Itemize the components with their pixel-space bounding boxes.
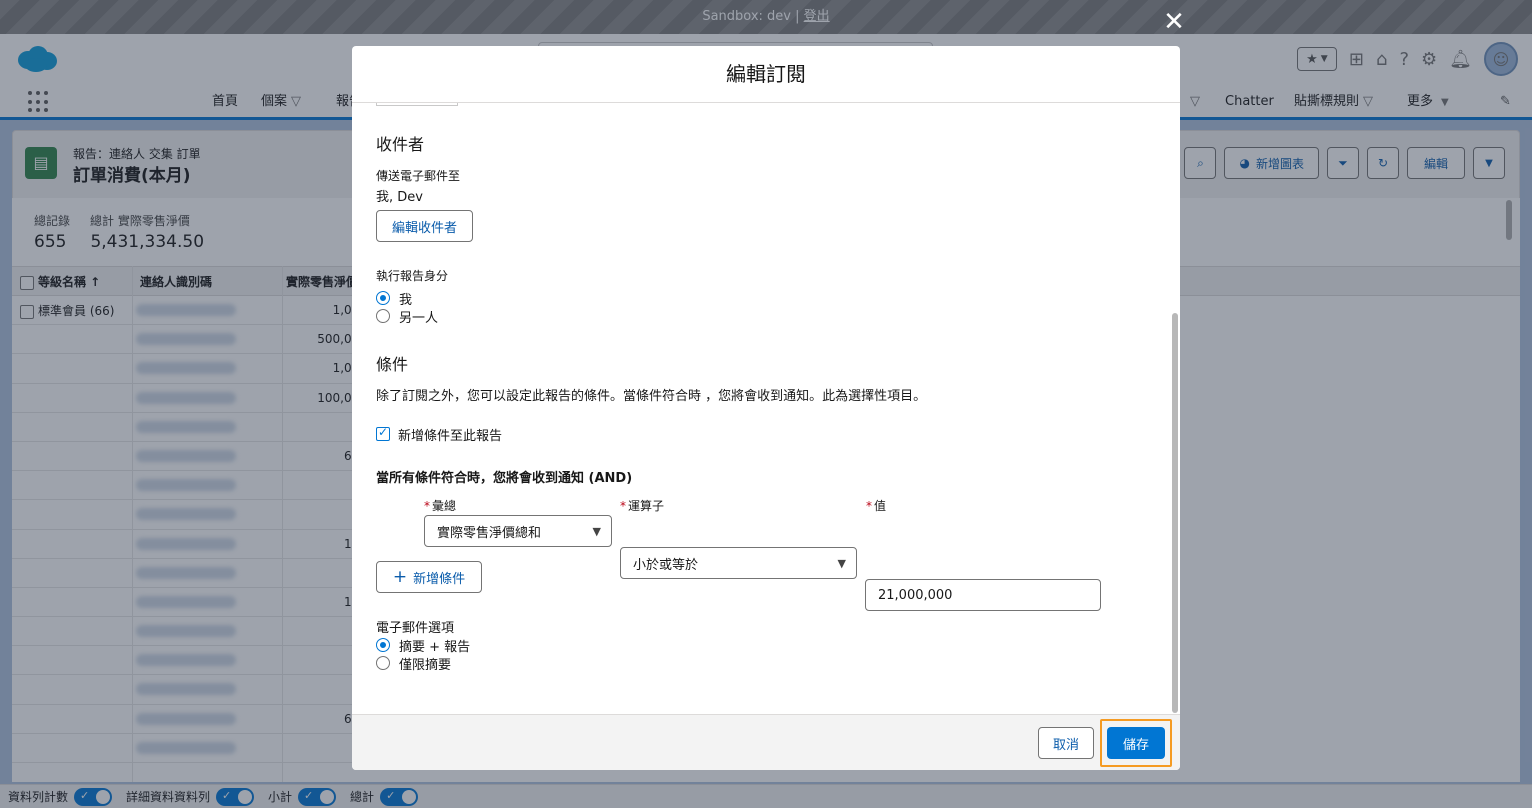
add-condition-button[interactable]: + 新增條件	[376, 561, 482, 593]
radio-selected[interactable]	[376, 291, 390, 305]
operator-select[interactable]: 小於或等於 ▼	[620, 547, 857, 579]
aggregate-label-text: 彙總	[432, 499, 457, 513]
email-option-summary-report-label: 摘要 + 報告	[399, 639, 471, 655]
run-as-option-other-label: 另一人	[399, 310, 439, 326]
add-condition-checkbox-row[interactable]: 新增條件至此報告	[376, 425, 503, 444]
caret-down-icon: ▼	[837, 557, 846, 570]
send-email-to-value: 我, Dev	[376, 190, 423, 205]
value-input[interactable]: 21,000,000	[865, 579, 1101, 611]
aggregate-select[interactable]: 實際零售淨價總和 ▼	[424, 515, 612, 547]
modal-title: 編輯訂閱	[352, 46, 1180, 103]
run-as-option-other[interactable]: 另一人	[376, 307, 439, 326]
add-condition-checkbox[interactable]	[376, 425, 390, 441]
value-label: * 值	[866, 497, 886, 514]
run-as-radio-group: 我 另一人	[376, 289, 439, 326]
email-options-label: 電子郵件選項	[376, 621, 455, 636]
edit-recipients-button[interactable]: 編輯收件者	[376, 210, 473, 242]
all-conditions-label: 當所有條件符合時，您將會收到通知 (AND)	[376, 471, 633, 486]
modal-scrollbar[interactable]	[1172, 313, 1178, 713]
close-icon[interactable]: ✕	[1160, 8, 1188, 36]
aggregate-label: * 彙總	[424, 497, 456, 514]
radio-unselected[interactable]	[376, 656, 390, 670]
aggregate-select-value: 實際零售淨價總和	[437, 525, 542, 541]
email-options-radio-group: 摘要 + 報告 僅限摘要	[376, 636, 471, 673]
save-button-highlight: 儲存	[1100, 719, 1172, 767]
value-label-text: 值	[874, 499, 887, 513]
email-option-summary-report[interactable]: 摘要 + 報告	[376, 636, 471, 655]
plus-icon: +	[392, 567, 408, 587]
conditions-heading: 條件	[376, 355, 409, 374]
email-option-summary-only[interactable]: 僅限摘要	[376, 654, 470, 673]
modal-body: 收件者 傳送電子郵件至 我, Dev 編輯收件者 執行報告身分 我 另一人 條件…	[352, 103, 1180, 714]
radio-unselected[interactable]	[376, 309, 390, 323]
cancel-button[interactable]: 取消	[1038, 727, 1094, 759]
cut-off-field	[376, 103, 458, 106]
add-condition-checkbox-label: 新增條件至此報告	[398, 428, 503, 444]
required-icon: *	[424, 499, 430, 513]
send-email-to-label: 傳送電子郵件至	[376, 169, 461, 183]
operator-label-text: 運算子	[628, 499, 665, 513]
operator-label: * 運算子	[620, 497, 664, 514]
recipients-heading: 收件者	[376, 135, 425, 154]
required-icon: *	[620, 499, 626, 513]
edit-subscription-modal: 編輯訂閱 收件者 傳送電子郵件至 我, Dev 編輯收件者 執行報告身分 我 另…	[352, 46, 1180, 770]
add-condition-button-label: 新增條件	[413, 571, 466, 587]
radio-selected[interactable]	[376, 638, 390, 652]
run-as-option-me[interactable]: 我	[376, 289, 438, 308]
caret-down-icon: ▼	[592, 525, 601, 538]
operator-select-value: 小於或等於	[633, 557, 699, 573]
run-as-label: 執行報告身分	[376, 269, 449, 283]
conditions-description: 除了訂閱之外，您可以設定此報告的條件。當條件符合時 ，您將會收到通知。此為選擇性…	[376, 389, 927, 404]
run-as-option-me-label: 我	[399, 292, 413, 308]
email-option-summary-only-label: 僅限摘要	[399, 657, 452, 673]
save-button[interactable]: 儲存	[1107, 727, 1165, 759]
required-icon: *	[866, 499, 872, 513]
modal-footer: 取消 儲存	[352, 714, 1180, 770]
